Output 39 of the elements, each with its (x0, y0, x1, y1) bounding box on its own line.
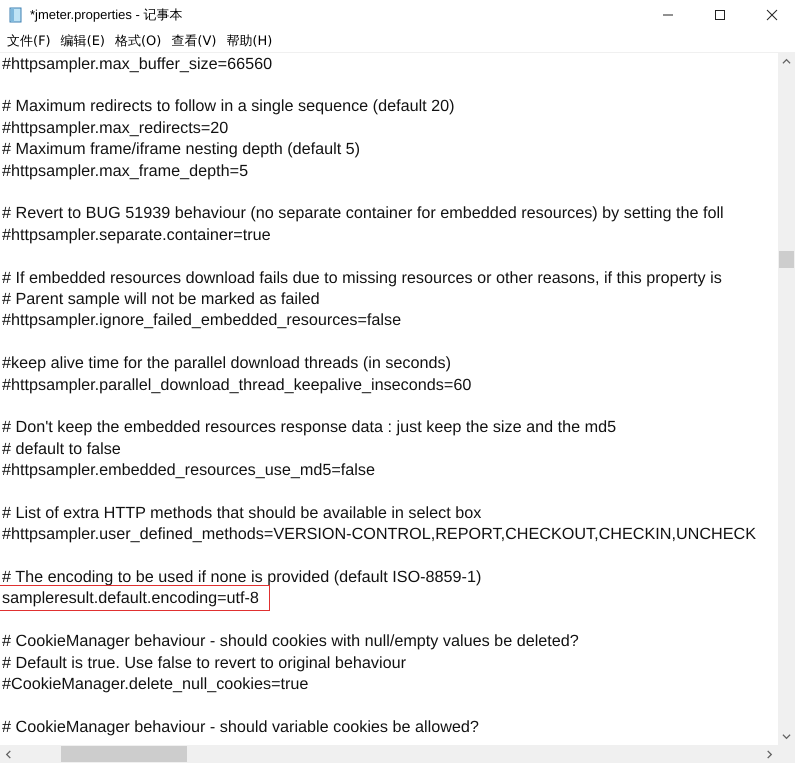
text-line: sampleresult.default.encoding=utf-8 (2, 588, 267, 608)
text-line: #httpsampler.max_frame_depth=5 (2, 160, 248, 181)
window-title: *jmeter.properties - 记事本 (30, 6, 184, 24)
text-line: # Maximum redirects to follow in a single sequence (default 20) (2, 96, 455, 116)
text-line: #httpsampler.max_redirects=20 (2, 118, 228, 138)
notepad-icon (8, 7, 24, 23)
scroll-right-icon[interactable] (765, 750, 774, 758)
text-line: # default to false (2, 438, 121, 459)
text-line: # The encoding to be used if none is provided (default ISO-8859-1) (2, 567, 482, 588)
text-line: # Parent sample will not be marked as failed (2, 288, 320, 309)
text-line: #httpsampler.separate.container=true (2, 224, 271, 245)
text-line: #httpsampler.user_defined_methods=VERSION-CONTROL,REPORT,CHECKOUT,CHECKIN,UNCHECK (2, 524, 756, 544)
scroll-down-icon[interactable] (782, 732, 791, 741)
menu-item[interactable]: 文件(F) (2, 30, 56, 52)
close-icon (766, 9, 778, 21)
scroll-left-icon[interactable] (4, 750, 13, 758)
text-line: # Revert to BUG 51939 behaviour (no separate container for embedded resources) by setting the foll (2, 203, 724, 224)
scroll-thumb[interactable] (61, 746, 187, 762)
menu-item[interactable]: 查看(V) (166, 30, 222, 52)
text-line: # Don't keep the embedded resources response data : just keep the size and the md5 (2, 417, 616, 438)
text-line: # Maximum frame/iframe nesting depth (default 5) (2, 139, 360, 160)
menu-item[interactable]: 帮助(H) (221, 30, 278, 52)
vertical-scrollbar[interactable] (778, 53, 795, 745)
text-line: # If embedded resources download fails due to missing resources or other reasons, if this property is (2, 268, 722, 288)
text-line: # CookieManager behaviour - should cookies with null/empty values be deleted? (2, 631, 579, 652)
text-line: #httpsampler.parallel_download_thread_keepalive_inseconds=60 (2, 374, 472, 395)
scroll-up-icon[interactable] (782, 57, 791, 66)
text-line: #httpsampler.max_buffer_size=66560 (2, 54, 272, 74)
maximize-icon (714, 9, 726, 21)
text-line: # List of extra HTTP methods that should be available in select box (2, 502, 482, 523)
menu-item[interactable]: 格式(O) (110, 30, 166, 52)
text-line: #CookieManager.delete_null_cookies=true (2, 674, 308, 694)
text-line: #httpsampler.embedded_resources_use_md5=false (2, 460, 375, 480)
menu-item[interactable]: 编辑(E) (56, 30, 110, 52)
text-line: #httpsampler.ignore_failed_embedded_resources=false (2, 310, 402, 330)
text-line: #keep alive time for the parallel download threads (in seconds) (2, 353, 452, 374)
text-line: # CookieManager behaviour - should variable cookies be allowed? (2, 716, 479, 737)
scroll-thumb[interactable] (779, 250, 794, 268)
text-line: # Default is true. Use false to revert to original behaviour (2, 652, 406, 673)
